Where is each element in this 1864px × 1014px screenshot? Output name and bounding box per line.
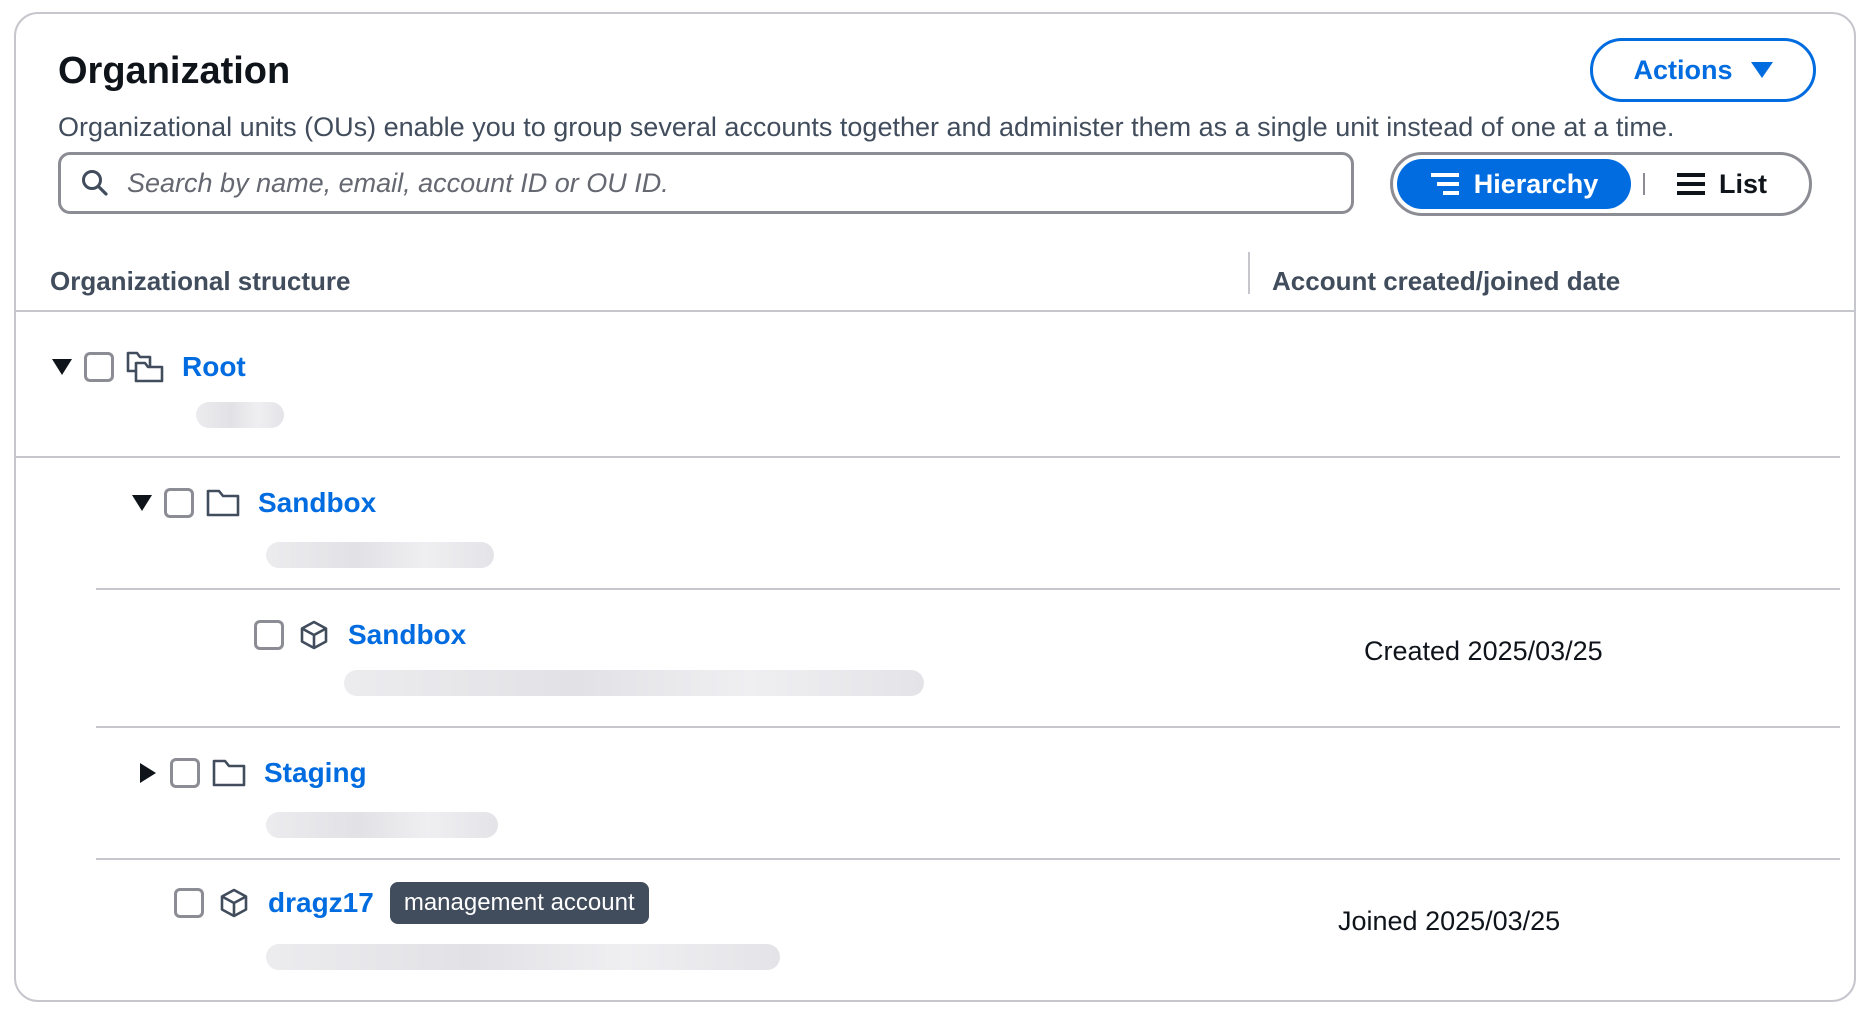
- tree-row-ou-staging: Staging: [140, 750, 367, 796]
- ou-link[interactable]: Sandbox: [258, 487, 376, 519]
- hierarchy-label: Hierarchy: [1473, 168, 1599, 199]
- row-divider: [96, 588, 1840, 590]
- redacted-email: [344, 670, 924, 696]
- organization-panel: Organization Actions Organizational unit…: [14, 12, 1856, 1002]
- account-link[interactable]: dragz17: [268, 887, 374, 919]
- account-date: Joined 2025/03/25: [1338, 906, 1561, 936]
- tree-row-account-management: dragz17 management account: [174, 880, 649, 926]
- folder-icon: [212, 759, 246, 787]
- tree-row-account-sandbox: Sandbox: [254, 612, 466, 658]
- select-checkbox[interactable]: [170, 758, 200, 788]
- redacted-id: [266, 542, 494, 568]
- column-header-structure: Organizational structure: [50, 266, 351, 296]
- row-divider: [96, 858, 1840, 860]
- ou-link[interactable]: Staging: [264, 757, 367, 789]
- account-cube-icon: [300, 620, 328, 650]
- search-icon: [82, 170, 108, 196]
- management-account-badge: management account: [389, 882, 649, 924]
- account-cube-icon: [220, 888, 248, 918]
- collapse-toggle-icon[interactable]: [140, 763, 156, 783]
- hierarchy-view-button[interactable]: Hierarchy: [1397, 159, 1631, 209]
- row-divider: [96, 726, 1840, 728]
- column-divider: [1248, 252, 1250, 294]
- root-link[interactable]: Root: [182, 351, 246, 383]
- redacted-email: [266, 944, 780, 970]
- toggle-separator: [1643, 173, 1645, 195]
- account-date: Created 2025/03/25: [1364, 636, 1603, 666]
- redacted-id: [266, 812, 498, 838]
- expand-toggle-icon[interactable]: [52, 359, 72, 375]
- expand-toggle-icon[interactable]: [132, 495, 152, 511]
- hierarchy-icon: [1430, 173, 1459, 195]
- row-divider: [16, 456, 1840, 458]
- list-label: List: [1718, 168, 1767, 199]
- header-divider: [16, 310, 1854, 312]
- list-icon: [1676, 173, 1705, 195]
- tree-row-root: Root: [52, 344, 246, 390]
- folder-icon: [206, 489, 240, 517]
- search-box[interactable]: [58, 152, 1354, 214]
- actions-label: Actions: [1633, 54, 1733, 85]
- tree-row-ou-sandbox: Sandbox: [132, 480, 376, 526]
- page-title: Organization: [58, 50, 291, 92]
- list-view-button[interactable]: List: [1657, 159, 1787, 209]
- select-checkbox[interactable]: [174, 888, 204, 918]
- caret-down-icon: [1750, 62, 1773, 78]
- select-checkbox[interactable]: [84, 352, 114, 382]
- page-description: Organizational units (OUs) enable you to…: [58, 112, 1675, 142]
- redacted-id: [196, 402, 284, 428]
- select-checkbox[interactable]: [254, 620, 284, 650]
- search-input[interactable]: [127, 163, 1307, 203]
- column-header-date: Account created/joined date: [1272, 266, 1621, 296]
- select-checkbox[interactable]: [164, 488, 194, 518]
- actions-button[interactable]: Actions: [1590, 38, 1816, 102]
- root-folder-icon: [126, 351, 164, 383]
- view-toggle: Hierarchy List: [1390, 152, 1812, 216]
- account-link[interactable]: Sandbox: [348, 619, 466, 651]
